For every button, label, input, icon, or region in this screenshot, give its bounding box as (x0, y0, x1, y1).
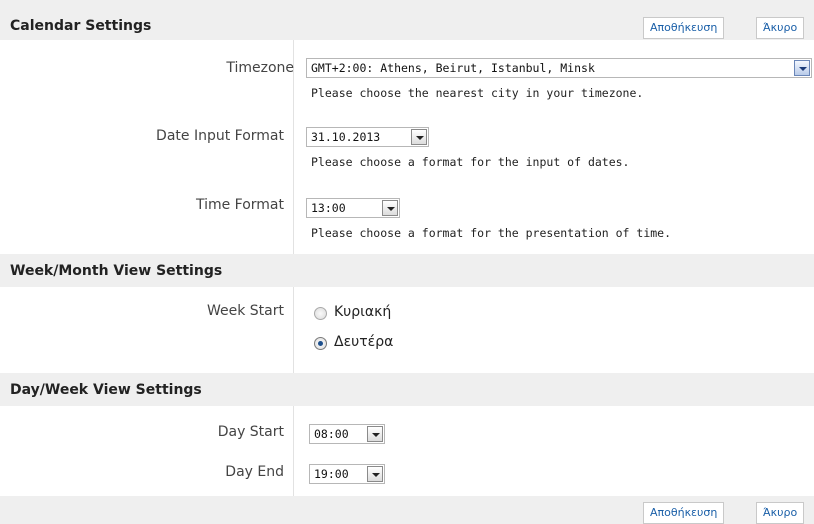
chevron-down-icon[interactable] (411, 129, 427, 145)
chevron-down-icon[interactable] (382, 200, 398, 216)
week-month-settings-title: Week/Month View Settings (10, 263, 223, 279)
day-end-value: 19:00 (314, 467, 349, 481)
chevron-down-icon[interactable] (367, 466, 383, 482)
save-button-top[interactable]: Αποθήκευση (643, 17, 725, 39)
week-start-monday-radio[interactable] (314, 337, 327, 350)
week-start-label: Week Start (206, 303, 284, 319)
save-button-bottom[interactable]: Αποθήκευση (643, 502, 725, 524)
time-format-label: Time Format (195, 197, 284, 213)
timezone-select[interactable]: GMT+2:00: Athens, Beirut, Istanbul, Mins… (306, 58, 812, 78)
date-input-format-hint: Please choose a format for the input of … (311, 155, 630, 169)
calendar-settings-body: Timezone GMT+2:00: Athens, Beirut, Istan… (0, 40, 814, 254)
date-input-format-label: Date Input Format (156, 128, 284, 144)
week-month-settings-header: Week/Month View Settings (0, 254, 814, 287)
chevron-down-icon[interactable] (794, 60, 810, 76)
day-end-select[interactable]: 19:00 (309, 464, 385, 484)
day-week-settings-title: Day/Week View Settings (10, 382, 202, 398)
day-start-value: 08:00 (314, 427, 349, 441)
week-start-sunday-label[interactable]: Κυριακή (334, 304, 391, 320)
timezone-hint: Please choose the nearest city in your t… (311, 86, 644, 100)
cancel-button-bottom[interactable]: Άκυρο (756, 502, 805, 524)
cancel-button-top[interactable]: Άκυρο (756, 17, 805, 39)
time-format-select[interactable]: 13:00 (306, 198, 400, 218)
day-week-settings-body: Day Start 08:00 Day End 19:00 (0, 406, 814, 496)
date-input-format-value: 31.10.2013 (311, 130, 381, 144)
time-format-value: 13:00 (311, 201, 346, 215)
day-start-label: Day Start (217, 424, 284, 440)
label-column (0, 406, 294, 496)
date-input-format-select[interactable]: 31.10.2013 (306, 127, 429, 147)
week-start-sunday-radio[interactable] (314, 307, 327, 320)
label-column (0, 287, 294, 373)
day-week-settings-header: Day/Week View Settings (0, 373, 814, 406)
time-format-hint: Please choose a format for the presentat… (311, 226, 672, 240)
chevron-down-icon[interactable] (367, 426, 383, 442)
calendar-settings-title: Calendar Settings (10, 18, 152, 34)
day-end-label: Day End (225, 464, 284, 480)
day-start-select[interactable]: 08:00 (309, 424, 385, 444)
week-month-settings-body: Week Start Κυριακή Δευτέρα (0, 287, 814, 373)
timezone-label: Timezone (226, 60, 294, 76)
week-start-monday-label[interactable]: Δευτέρα (334, 334, 393, 350)
timezone-value: GMT+2:00: Athens, Beirut, Istanbul, Mins… (311, 61, 595, 75)
